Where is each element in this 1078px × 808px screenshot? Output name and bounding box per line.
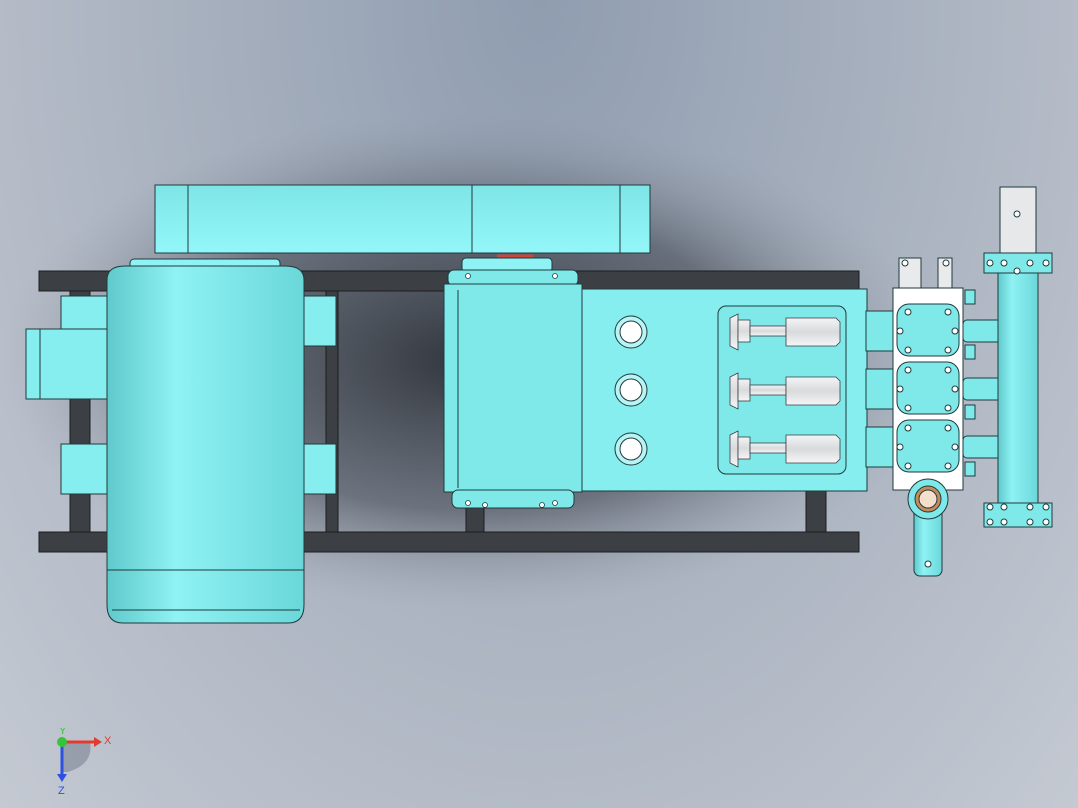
y-axis-dot-icon (57, 737, 67, 747)
y-axis-label: Y (59, 728, 67, 737)
pump-assembly-model[interactable] (0, 0, 1078, 808)
z-axis-label: Z (58, 785, 65, 797)
coordinate-triad: X Y Z (57, 728, 112, 797)
belt-guard[interactable] (154, 184, 651, 254)
valve-manifold[interactable] (892, 257, 964, 491)
suction-inlet[interactable] (907, 478, 949, 577)
electric-motor[interactable] (106, 258, 305, 624)
discharge-pipe[interactable] (983, 186, 1053, 528)
x-axis-label: X (104, 735, 112, 747)
stuffing-boxes (865, 310, 895, 468)
z-axis-arrow-icon (57, 774, 67, 782)
triad-shadow-icon (62, 742, 91, 772)
x-axis-arrow-icon (94, 737, 102, 747)
graphics-viewport[interactable]: X Y Z (0, 0, 1078, 808)
crankcase-ports[interactable] (614, 315, 648, 466)
discharge-branches (962, 319, 1004, 459)
